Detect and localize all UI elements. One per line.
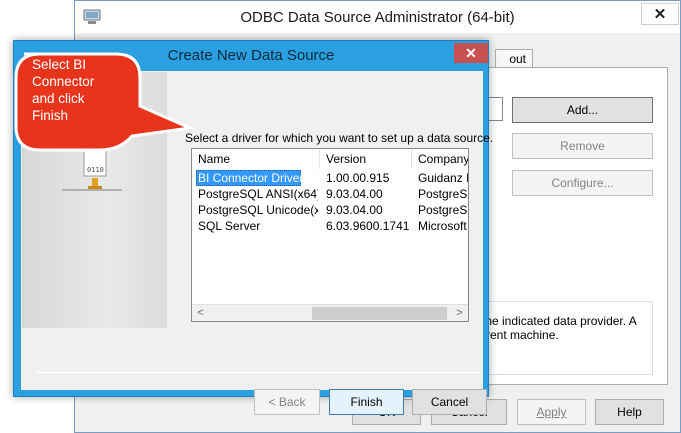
scroll-left-icon[interactable]: < [192, 305, 209, 321]
driver-name: SQL Server [198, 219, 261, 233]
horizontal-scrollbar[interactable]: < > [192, 304, 468, 321]
driver-company: PostgreSQ [418, 203, 468, 217]
driver-name: PostgreSQL Unicode(x64) [198, 203, 318, 217]
driver-row-sql-server[interactable]: SQL Server 6.03.9600.17415 Microsoft C [192, 218, 468, 234]
driver-name: BI Connector Driver [198, 171, 304, 185]
odbc-close-button[interactable]: ✕ [641, 3, 679, 25]
tab-about[interactable]: out [495, 49, 533, 68]
driver-row-postgresql-ansi[interactable]: PostgreSQL ANSI(x64) 9.03.04.00 PostgreS… [192, 186, 468, 202]
driver-company: PostgreSQ [418, 187, 468, 201]
odbc-title-bar[interactable]: ODBC Data Source Administrator (64-bit) … [75, 1, 680, 33]
scroll-thumb[interactable] [312, 307, 447, 320]
driver-list[interactable]: Name Version Company BI Connector Driver… [191, 148, 469, 322]
driver-version: 6.03.9600.17415 [326, 219, 410, 233]
column-header-version[interactable]: Version [320, 149, 412, 169]
apply-label: Apply [536, 405, 567, 419]
add-button[interactable]: Add... [512, 97, 653, 123]
data-source-list[interactable] [487, 97, 503, 121]
finish-button[interactable]: Finish [329, 389, 404, 415]
dialog-separator [35, 372, 479, 373]
remove-button[interactable]: Remove [512, 133, 653, 159]
description-text-line-1: the indicated data provider. A [482, 314, 637, 328]
odbc-window-title: ODBC Data Source Administrator (64-bit) [240, 9, 515, 26]
back-button[interactable]: < Back [254, 389, 320, 415]
apply-button[interactable]: Apply [517, 399, 586, 425]
driver-row-postgresql-unicode[interactable]: PostgreSQL Unicode(x64) 9.03.04.00 Postg… [192, 202, 468, 218]
dialog-cancel-button[interactable]: Cancel [412, 389, 487, 415]
help-button[interactable]: Help [595, 399, 664, 425]
configure-button[interactable]: Configure... [512, 170, 653, 196]
scroll-right-icon[interactable]: > [451, 305, 468, 321]
callout-text: Select BI Connector and click Finish [32, 57, 95, 123]
svg-text:0110: 0110 [87, 166, 104, 174]
dialog-close-button[interactable]: ✕ [454, 43, 488, 63]
column-header-name[interactable]: Name [192, 149, 320, 169]
driver-company: Microsoft C [418, 219, 468, 233]
instruction-text: Select a driver for which you want to se… [185, 131, 494, 145]
driver-version: 1.00.00.915 [326, 171, 390, 185]
description-text-line-2: rrent machine. [482, 328, 559, 342]
driver-company: Guidanz Ir [418, 171, 468, 185]
driver-row-bi-connector[interactable]: BI Connector Driver 1.00.00.915 Guidanz … [192, 170, 468, 186]
column-header-company[interactable]: Company [412, 149, 468, 169]
driver-name: PostgreSQL ANSI(x64) [198, 187, 318, 201]
driver-version: 9.03.04.00 [326, 203, 383, 217]
driver-version: 9.03.04.00 [326, 187, 383, 201]
